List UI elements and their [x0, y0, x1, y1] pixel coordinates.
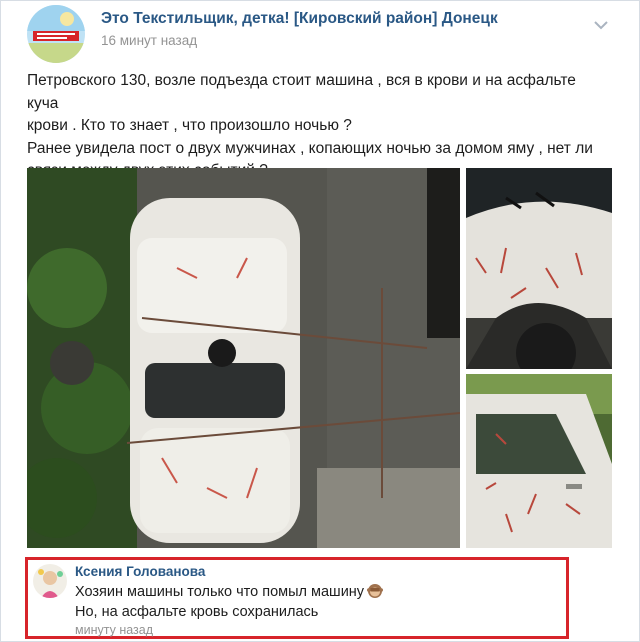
comment-text: Хозяин машины только что помыл машину Но…: [75, 582, 384, 622]
post-text-line: Ранее увидела пост о двух мужчинах , коп…: [27, 139, 593, 157]
post-photo-hood[interactable]: [466, 168, 612, 369]
comment-timestamp[interactable]: минуту назад: [75, 623, 153, 637]
commenter-avatar[interactable]: [33, 564, 67, 598]
chevron-down-icon[interactable]: [590, 14, 612, 36]
post-photo-door[interactable]: [466, 374, 612, 548]
post-timestamp[interactable]: 16 минут назад: [101, 33, 197, 48]
post-text-line: Петровского 130, возле подъезда стоит ма…: [27, 72, 576, 112]
comment-text-line: Но, на асфальте кровь сохранилась: [75, 604, 319, 620]
post-text-line: крови . Кто то знает , что произошло ноч…: [27, 117, 352, 134]
see-no-evil-monkey-icon: [367, 583, 384, 599]
post-photo-main[interactable]: [27, 168, 460, 548]
comment-author-link[interactable]: Ксения Голованова: [75, 564, 205, 579]
comment-text-line: Хозяин машины только что помыл машину: [75, 584, 365, 600]
group-name-link[interactable]: Это Текстильщик, детка! [Кировский район…: [101, 10, 498, 28]
group-avatar[interactable]: [27, 5, 85, 63]
post-text: Петровского 130, возле подъезда стоит ма…: [27, 70, 607, 183]
